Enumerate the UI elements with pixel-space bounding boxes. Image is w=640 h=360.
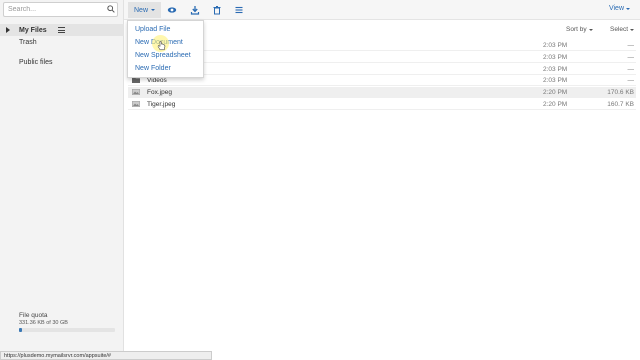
file-size: 170.6 KB <box>607 89 634 96</box>
menu-item-upload-file[interactable]: Upload File <box>135 26 170 33</box>
file-row[interactable]: 2:03 PM — <box>128 64 636 75</box>
file-row[interactable]: Videos 2:03 PM — <box>128 75 636 86</box>
sort-by-button[interactable]: Sort by <box>566 26 593 33</box>
file-row[interactable]: Tiger.jpeg 2:20 PM 160.7 KB <box>128 99 636 110</box>
quota-label: File quota <box>19 312 48 319</box>
sidebar-item-label: Public files <box>19 58 53 66</box>
menu-icon[interactable] <box>234 5 244 15</box>
chevron-down-icon <box>626 7 630 10</box>
menu-item-new-folder[interactable]: New Folder <box>135 65 171 72</box>
image-file-icon <box>132 101 140 107</box>
toolbar: New View <box>124 0 640 20</box>
status-bar-url: https://plusdemo.mymailsrvr.com/appsuite… <box>0 351 212 360</box>
sidebar-item-label: Trash <box>19 38 37 46</box>
file-date: 2:20 PM <box>543 101 568 108</box>
file-size: — <box>627 77 635 84</box>
file-date: 2:20 PM <box>543 89 568 96</box>
file-name: Tiger.jpeg <box>147 101 176 108</box>
sidebar: My Files Trash Public files File quota 3… <box>0 0 124 360</box>
search-icon[interactable] <box>107 5 115 13</box>
view-button[interactable]: View <box>609 5 630 12</box>
file-size: — <box>627 54 635 61</box>
quota-progress-fill <box>19 328 22 332</box>
hamburger-menu-icon[interactable] <box>58 27 65 33</box>
sidebar-item-label: My Files <box>19 26 47 34</box>
sidebar-item-trash[interactable]: Trash <box>0 36 124 48</box>
file-name: Videos <box>147 77 167 84</box>
file-row[interactable]: 2:03 PM — <box>128 52 636 63</box>
select-label: Select <box>610 26 629 33</box>
file-date: 2:03 PM <box>543 77 568 84</box>
eye-icon[interactable] <box>167 5 177 15</box>
sidebar-item-my-files[interactable]: My Files <box>0 24 124 36</box>
chevron-down-icon <box>588 28 593 31</box>
quota-progress-bar <box>19 328 115 332</box>
select-button[interactable]: Select <box>610 26 635 33</box>
file-date: 2:03 PM <box>543 54 568 61</box>
hand-cursor-icon <box>157 41 166 51</box>
new-button[interactable]: New <box>128 2 162 18</box>
file-size: 160.7 KB <box>607 101 634 108</box>
chevron-down-icon <box>151 9 156 11</box>
sidebar-item-public-files[interactable]: Public files <box>0 56 124 68</box>
caret-right-icon[interactable] <box>6 27 10 33</box>
file-row[interactable]: Fox.jpeg 2:20 PM 170.6 KB <box>128 87 636 98</box>
file-size: — <box>627 66 635 73</box>
quota-value: 331.36 KB of 30 GB <box>19 320 68 326</box>
view-button-label: View <box>608 5 624 12</box>
new-button-label: New <box>134 6 149 14</box>
chevron-down-icon <box>630 28 635 31</box>
download-icon[interactable] <box>190 5 200 15</box>
sort-by-label: Sort by <box>566 26 587 33</box>
file-date: 2:03 PM <box>543 66 568 73</box>
image-file-icon <box>132 89 140 95</box>
file-size: — <box>627 42 635 49</box>
menu-item-new-spreadsheet[interactable]: New Spreadsheet <box>135 52 191 59</box>
file-row[interactable]: 2:03 PM — <box>128 40 636 51</box>
file-date: 2:03 PM <box>543 42 568 49</box>
trash-icon[interactable] <box>212 5 222 15</box>
file-name: Fox.jpeg <box>147 89 172 96</box>
search-input[interactable] <box>3 2 118 17</box>
